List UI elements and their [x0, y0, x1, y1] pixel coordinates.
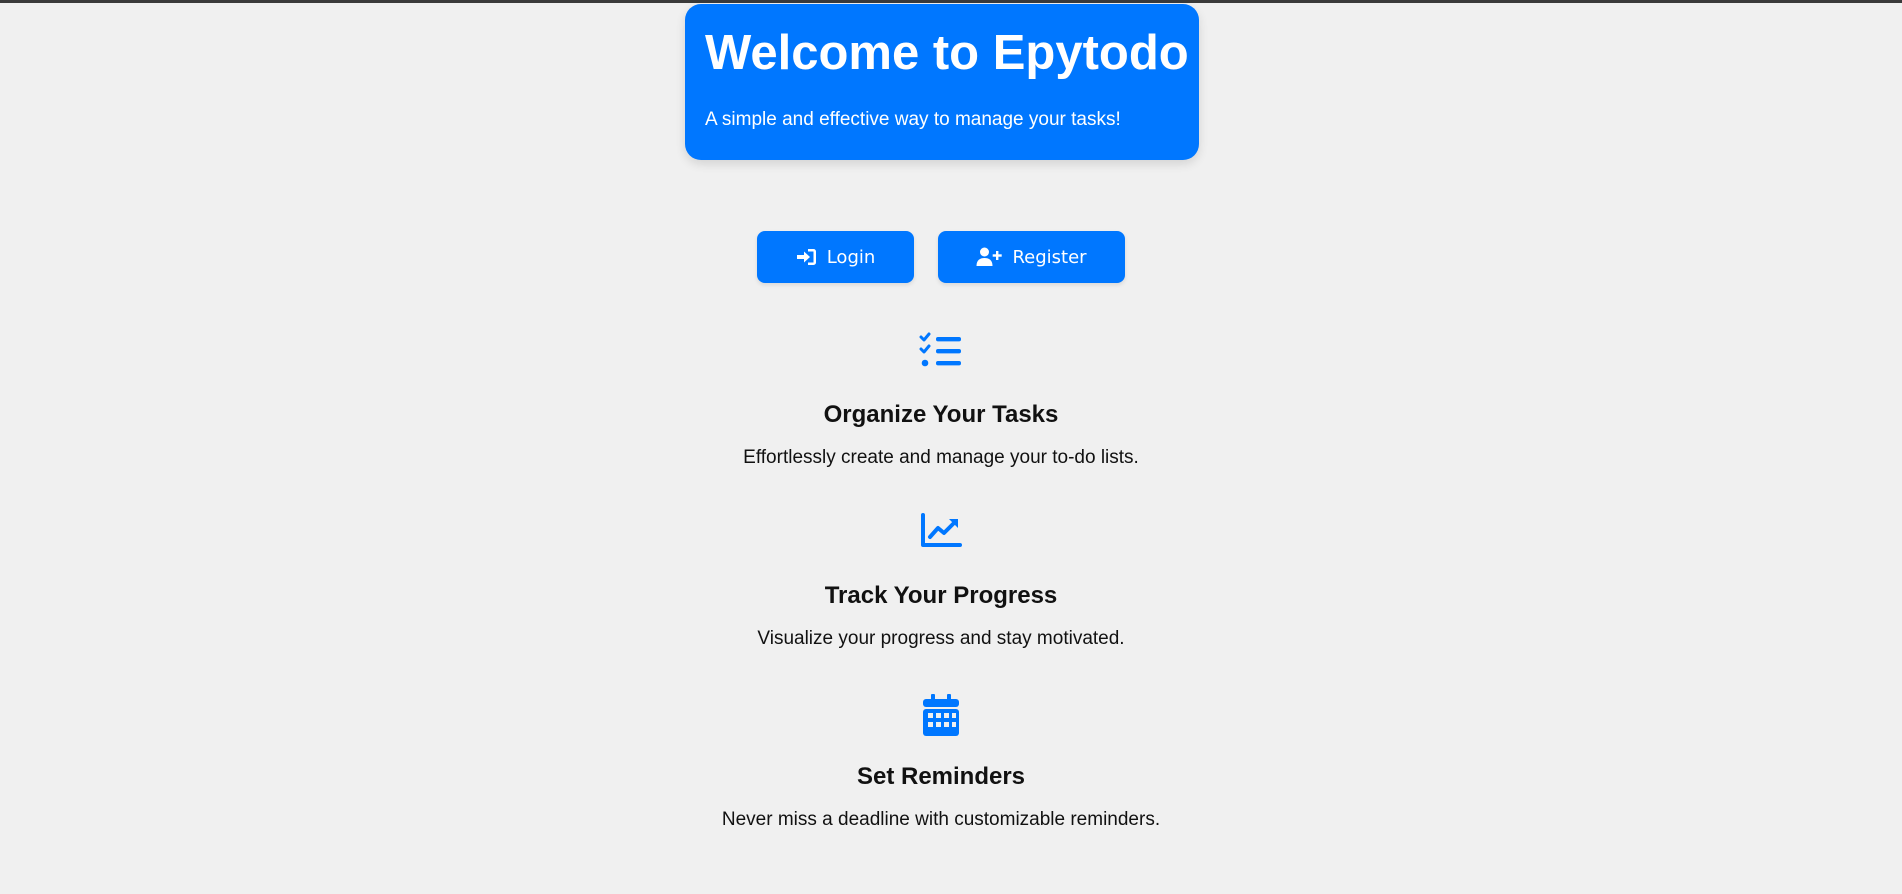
feature-organize-description: Effortlessly create and manage your to-d…: [743, 447, 1139, 468]
page-title: Welcome to Epytodo: [705, 26, 1189, 80]
window-top-border: [0, 0, 1902, 3]
feature-progress: Track Your Progress Visualize your progr…: [0, 513, 1882, 651]
calendar-icon: [0, 694, 1882, 738]
auth-buttons: Login Register: [0, 231, 1882, 283]
tasks-list-icon: [0, 332, 1882, 376]
page-subtitle: A simple and effective way to manage you…: [705, 109, 1121, 130]
welcome-banner: Welcome to Epytodo A simple and effectiv…: [685, 4, 1199, 160]
user-plus-icon: [976, 247, 1003, 267]
feature-reminders-description: Never miss a deadline with customizable …: [721, 809, 1161, 830]
chart-line-icon: [0, 513, 1882, 557]
feature-progress-description: Visualize your progress and stay motivat…: [757, 628, 1125, 649]
register-button[interactable]: Register: [938, 231, 1125, 283]
login-button[interactable]: Login: [757, 231, 914, 283]
feature-organize: Organize Your Tasks Effortlessly create …: [0, 332, 1882, 470]
sign-in-icon: [796, 248, 817, 266]
feature-progress-title: Track Your Progress: [824, 582, 1058, 609]
login-button-label: Login: [826, 246, 876, 268]
feature-reminders-title: Set Reminders: [856, 763, 1026, 790]
feature-reminders: Set Reminders Never miss a deadline with…: [0, 694, 1882, 832]
feature-organize-title: Organize Your Tasks: [823, 401, 1059, 428]
register-button-label: Register: [1012, 246, 1087, 268]
